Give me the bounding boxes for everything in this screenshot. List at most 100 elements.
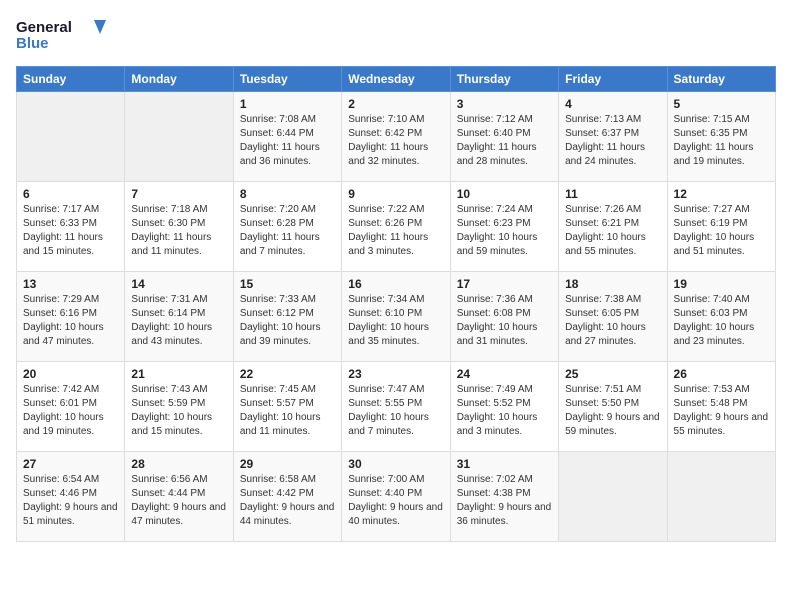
calendar-table: SundayMondayTuesdayWednesdayThursdayFrid… — [16, 66, 776, 542]
day-number: 29 — [240, 457, 335, 471]
day-number: 17 — [457, 277, 552, 291]
day-info: Sunrise: 6:56 AM Sunset: 4:44 PM Dayligh… — [131, 473, 226, 529]
calendar-week-4: 20 Sunrise: 7:42 AM Sunset: 6:01 PM Dayli… — [17, 362, 776, 452]
calendar-cell: 24 Sunrise: 7:49 AM Sunset: 5:52 PM Dayli… — [450, 362, 558, 452]
day-info: Sunrise: 7:43 AM Sunset: 5:59 PM Dayligh… — [131, 383, 226, 439]
calendar-cell: 19 Sunrise: 7:40 AM Sunset: 6:03 PM Dayli… — [667, 272, 775, 362]
calendar-cell: 29 Sunrise: 6:58 AM Sunset: 4:42 PM Dayli… — [233, 452, 341, 542]
day-number: 5 — [674, 97, 769, 111]
day-number: 3 — [457, 97, 552, 111]
day-info: Sunrise: 6:54 AM Sunset: 4:46 PM Dayligh… — [23, 473, 118, 529]
calendar-header-thursday: Thursday — [450, 67, 558, 92]
day-number: 27 — [23, 457, 118, 471]
calendar-cell — [17, 92, 125, 182]
day-number: 24 — [457, 367, 552, 381]
day-info: Sunrise: 7:47 AM Sunset: 5:55 PM Dayligh… — [348, 383, 443, 439]
calendar-cell: 3Sunrise: 7:12 AM Sunset: 6:40 PM Daylig… — [450, 92, 558, 182]
day-number: 26 — [674, 367, 769, 381]
calendar-cell — [559, 452, 667, 542]
day-number: 23 — [348, 367, 443, 381]
day-info: Sunrise: 7:27 AM Sunset: 6:19 PM Dayligh… — [674, 203, 769, 259]
calendar-cell: 6Sunrise: 7:17 AM Sunset: 6:33 PM Daylig… — [17, 182, 125, 272]
day-info: Sunrise: 7:49 AM Sunset: 5:52 PM Dayligh… — [457, 383, 552, 439]
calendar-cell: 8 Sunrise: 7:20 AM Sunset: 6:28 PM Daylig… — [233, 182, 341, 272]
day-info: Sunrise: 7:24 AM Sunset: 6:23 PM Dayligh… — [457, 203, 552, 259]
calendar-header-row: SundayMondayTuesdayWednesdayThursdayFrid… — [17, 67, 776, 92]
day-info: Sunrise: 7:26 AM Sunset: 6:21 PM Dayligh… — [565, 203, 660, 259]
day-number: 2 — [348, 97, 443, 111]
calendar-cell: 4 Sunrise: 7:13 AM Sunset: 6:37 PM Daylig… — [559, 92, 667, 182]
day-info: Sunrise: 7:40 AM Sunset: 6:03 PM Dayligh… — [674, 293, 769, 349]
day-info: Sunrise: 7:02 AM Sunset: 4:38 PM Dayligh… — [457, 473, 552, 529]
day-number: 14 — [131, 277, 226, 291]
calendar-cell: 9 Sunrise: 7:22 AM Sunset: 6:26 PM Daylig… — [342, 182, 450, 272]
calendar-cell — [667, 452, 775, 542]
calendar-cell: 11 Sunrise: 7:26 AM Sunset: 6:21 PM Dayli… — [559, 182, 667, 272]
calendar-cell: 31Sunrise: 7:02 AM Sunset: 4:38 PM Dayli… — [450, 452, 558, 542]
day-number: 4 — [565, 97, 660, 111]
day-number: 28 — [131, 457, 226, 471]
logo-svg: General Blue — [16, 16, 106, 56]
day-info: Sunrise: 7:15 AM Sunset: 6:35 PM Dayligh… — [674, 113, 769, 169]
day-info: Sunrise: 7:10 AM Sunset: 6:42 PM Dayligh… — [348, 113, 443, 169]
day-info: Sunrise: 7:31 AM Sunset: 6:14 PM Dayligh… — [131, 293, 226, 349]
day-info: Sunrise: 7:53 AM Sunset: 5:48 PM Dayligh… — [674, 383, 769, 439]
day-info: Sunrise: 7:42 AM Sunset: 6:01 PM Dayligh… — [23, 383, 118, 439]
day-info: Sunrise: 7:00 AM Sunset: 4:40 PM Dayligh… — [348, 473, 443, 529]
calendar-cell: 16Sunrise: 7:34 AM Sunset: 6:10 PM Dayli… — [342, 272, 450, 362]
calendar-week-1: 1 Sunrise: 7:08 AM Sunset: 6:44 PM Daylig… — [17, 92, 776, 182]
day-info: Sunrise: 7:38 AM Sunset: 6:05 PM Dayligh… — [565, 293, 660, 349]
calendar-header-monday: Monday — [125, 67, 233, 92]
day-number: 20 — [23, 367, 118, 381]
calendar-header-saturday: Saturday — [667, 67, 775, 92]
calendar-header-wednesday: Wednesday — [342, 67, 450, 92]
day-number: 11 — [565, 187, 660, 201]
calendar-header-friday: Friday — [559, 67, 667, 92]
day-number: 1 — [240, 97, 335, 111]
calendar-cell: 23 Sunrise: 7:47 AM Sunset: 5:55 PM Dayli… — [342, 362, 450, 452]
page-header: General Blue — [16, 16, 776, 56]
calendar-header-tuesday: Tuesday — [233, 67, 341, 92]
day-number: 19 — [674, 277, 769, 291]
day-info: Sunrise: 7:22 AM Sunset: 6:26 PM Dayligh… — [348, 203, 443, 259]
day-number: 25 — [565, 367, 660, 381]
day-number: 22 — [240, 367, 335, 381]
day-info: Sunrise: 7:45 AM Sunset: 5:57 PM Dayligh… — [240, 383, 335, 439]
calendar-cell: 22 Sunrise: 7:45 AM Sunset: 5:57 PM Dayli… — [233, 362, 341, 452]
day-number: 12 — [674, 187, 769, 201]
calendar-week-2: 6Sunrise: 7:17 AM Sunset: 6:33 PM Daylig… — [17, 182, 776, 272]
day-info: Sunrise: 7:18 AM Sunset: 6:30 PM Dayligh… — [131, 203, 226, 259]
calendar-cell: 21Sunrise: 7:43 AM Sunset: 5:59 PM Dayli… — [125, 362, 233, 452]
day-number: 8 — [240, 187, 335, 201]
calendar-cell: 2 Sunrise: 7:10 AM Sunset: 6:42 PM Daylig… — [342, 92, 450, 182]
calendar-week-5: 27 Sunrise: 6:54 AM Sunset: 4:46 PM Dayli… — [17, 452, 776, 542]
day-info: Sunrise: 6:58 AM Sunset: 4:42 PM Dayligh… — [240, 473, 335, 529]
day-info: Sunrise: 7:36 AM Sunset: 6:08 PM Dayligh… — [457, 293, 552, 349]
calendar-cell: 26 Sunrise: 7:53 AM Sunset: 5:48 PM Dayli… — [667, 362, 775, 452]
calendar-cell: 28 Sunrise: 6:56 AM Sunset: 4:44 PM Dayli… — [125, 452, 233, 542]
calendar-header-sunday: Sunday — [17, 67, 125, 92]
calendar-cell: 15Sunrise: 7:33 AM Sunset: 6:12 PM Dayli… — [233, 272, 341, 362]
day-info: Sunrise: 7:20 AM Sunset: 6:28 PM Dayligh… — [240, 203, 335, 259]
calendar-cell: 14 Sunrise: 7:31 AM Sunset: 6:14 PM Dayli… — [125, 272, 233, 362]
day-number: 9 — [348, 187, 443, 201]
calendar-cell: 30 Sunrise: 7:00 AM Sunset: 4:40 PM Dayli… — [342, 452, 450, 542]
day-info: Sunrise: 7:13 AM Sunset: 6:37 PM Dayligh… — [565, 113, 660, 169]
calendar-cell: 1 Sunrise: 7:08 AM Sunset: 6:44 PM Daylig… — [233, 92, 341, 182]
day-number: 15 — [240, 277, 335, 291]
svg-text:Blue: Blue — [16, 35, 49, 52]
calendar-cell: 20 Sunrise: 7:42 AM Sunset: 6:01 PM Dayli… — [17, 362, 125, 452]
calendar-cell — [125, 92, 233, 182]
calendar-cell: 7Sunrise: 7:18 AM Sunset: 6:30 PM Daylig… — [125, 182, 233, 272]
day-number: 30 — [348, 457, 443, 471]
calendar-cell: 27 Sunrise: 6:54 AM Sunset: 4:46 PM Dayli… — [17, 452, 125, 542]
calendar-cell: 25Sunrise: 7:51 AM Sunset: 5:50 PM Dayli… — [559, 362, 667, 452]
calendar-cell: 18 Sunrise: 7:38 AM Sunset: 6:05 PM Dayli… — [559, 272, 667, 362]
calendar-cell: 12 Sunrise: 7:27 AM Sunset: 6:19 PM Dayli… — [667, 182, 775, 272]
day-number: 18 — [565, 277, 660, 291]
svg-text:General: General — [16, 19, 72, 36]
day-info: Sunrise: 7:08 AM Sunset: 6:44 PM Dayligh… — [240, 113, 335, 169]
day-number: 10 — [457, 187, 552, 201]
logo: General Blue — [16, 16, 106, 56]
day-number: 16 — [348, 277, 443, 291]
